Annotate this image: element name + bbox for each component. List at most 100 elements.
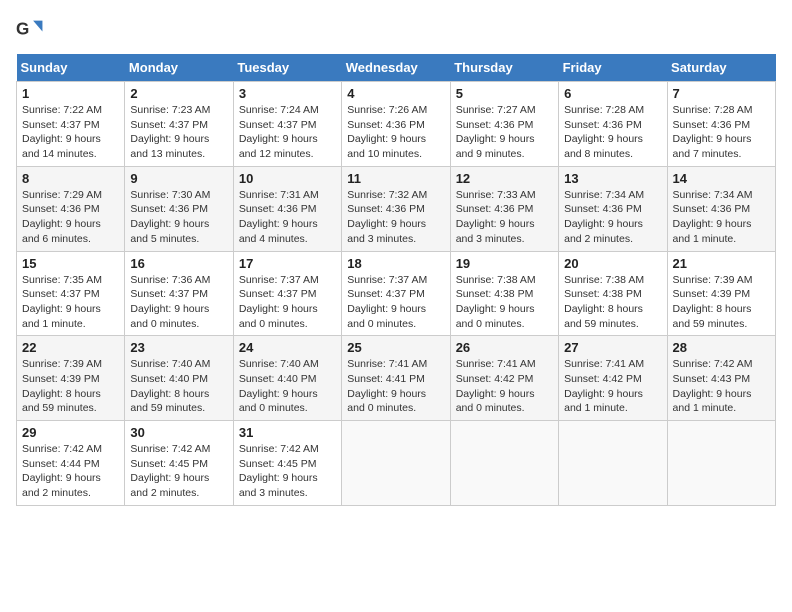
col-header-sunday: Sunday	[17, 54, 125, 82]
col-header-wednesday: Wednesday	[342, 54, 450, 82]
calendar-week-2: 8 Sunrise: 7:29 AMSunset: 4:36 PMDaylight…	[17, 166, 776, 251]
calendar-cell: 30Sunrise: 7:42 AMSunset: 4:45 PMDayligh…	[125, 421, 233, 506]
calendar-cell: 14 Sunrise: 7:34 AMSunset: 4:36 PMDayligh…	[667, 166, 775, 251]
day-number: 30	[130, 425, 227, 440]
calendar-cell: 7 Sunrise: 7:28 AMSunset: 4:36 PMDaylight…	[667, 82, 775, 167]
calendar-cell: 21 Sunrise: 7:39 AMSunset: 4:39 PMDayligh…	[667, 251, 775, 336]
calendar-cell: 5 Sunrise: 7:27 AMSunset: 4:36 PMDaylight…	[450, 82, 558, 167]
calendar-cell	[342, 421, 450, 506]
day-number: 13	[564, 171, 661, 186]
calendar-cell: 22 Sunrise: 7:39 AMSunset: 4:39 PMDayligh…	[17, 336, 125, 421]
calendar-cell: 20 Sunrise: 7:38 AMSunset: 4:38 PMDayligh…	[559, 251, 667, 336]
day-number: 31	[239, 425, 336, 440]
day-number: 22	[22, 340, 119, 355]
day-number: 27	[564, 340, 661, 355]
calendar-cell	[559, 421, 667, 506]
day-number: 20	[564, 256, 661, 271]
cell-details: Sunrise: 7:22 AMSunset: 4:37 PMDaylight:…	[22, 103, 119, 162]
calendar-week-1: 1Sunrise: 7:22 AMSunset: 4:37 PMDaylight…	[17, 82, 776, 167]
cell-details: Sunrise: 7:33 AMSunset: 4:36 PMDaylight:…	[456, 188, 553, 247]
calendar-cell: 31 Sunrise: 7:42 AMSunset: 4:45 PMDayligh…	[233, 421, 341, 506]
cell-details: Sunrise: 7:30 AMSunset: 4:36 PMDaylight:…	[130, 188, 227, 247]
day-number: 23	[130, 340, 227, 355]
calendar-cell: 12 Sunrise: 7:33 AMSunset: 4:36 PMDayligh…	[450, 166, 558, 251]
cell-details: Sunrise: 7:24 AMSunset: 4:37 PMDaylight:…	[239, 103, 336, 162]
calendar-cell: 13 Sunrise: 7:34 AMSunset: 4:36 PMDayligh…	[559, 166, 667, 251]
day-number: 6	[564, 86, 661, 101]
cell-details: Sunrise: 7:28 AMSunset: 4:36 PMDaylight:…	[673, 103, 770, 162]
calendar-cell: 24 Sunrise: 7:40 AMSunset: 4:40 PMDayligh…	[233, 336, 341, 421]
calendar-cell: 29 Sunrise: 7:42 AMSunset: 4:44 PMDayligh…	[17, 421, 125, 506]
cell-details: Sunrise: 7:40 AMSunset: 4:40 PMDaylight:…	[130, 357, 227, 416]
day-number: 24	[239, 340, 336, 355]
day-number: 8	[22, 171, 119, 186]
cell-details: Sunrise: 7:31 AMSunset: 4:36 PMDaylight:…	[239, 188, 336, 247]
day-number: 17	[239, 256, 336, 271]
calendar-cell: 3 Sunrise: 7:24 AMSunset: 4:37 PMDaylight…	[233, 82, 341, 167]
day-number: 9	[130, 171, 227, 186]
calendar-cell: 28Sunrise: 7:42 AMSunset: 4:43 PMDayligh…	[667, 336, 775, 421]
cell-details: Sunrise: 7:28 AMSunset: 4:36 PMDaylight:…	[564, 103, 661, 162]
cell-details: Sunrise: 7:26 AMSunset: 4:36 PMDaylight:…	[347, 103, 444, 162]
calendar-cell: 1Sunrise: 7:22 AMSunset: 4:37 PMDaylight…	[17, 82, 125, 167]
col-header-thursday: Thursday	[450, 54, 558, 82]
cell-details: Sunrise: 7:34 AMSunset: 4:36 PMDaylight:…	[673, 188, 770, 247]
day-number: 28	[673, 340, 770, 355]
calendar-week-4: 22 Sunrise: 7:39 AMSunset: 4:39 PMDayligh…	[17, 336, 776, 421]
cell-details: Sunrise: 7:37 AMSunset: 4:37 PMDaylight:…	[347, 273, 444, 332]
cell-details: Sunrise: 7:29 AMSunset: 4:36 PMDaylight:…	[22, 188, 119, 247]
calendar-cell: 19Sunrise: 7:38 AMSunset: 4:38 PMDayligh…	[450, 251, 558, 336]
day-number: 14	[673, 171, 770, 186]
cell-details: Sunrise: 7:42 AMSunset: 4:45 PMDaylight:…	[239, 442, 336, 501]
calendar-cell: 2 Sunrise: 7:23 AMSunset: 4:37 PMDaylight…	[125, 82, 233, 167]
calendar-week-5: 29 Sunrise: 7:42 AMSunset: 4:44 PMDayligh…	[17, 421, 776, 506]
day-number: 21	[673, 256, 770, 271]
col-header-saturday: Saturday	[667, 54, 775, 82]
cell-details: Sunrise: 7:41 AMSunset: 4:42 PMDaylight:…	[456, 357, 553, 416]
calendar-cell: 11 Sunrise: 7:32 AMSunset: 4:36 PMDayligh…	[342, 166, 450, 251]
cell-details: Sunrise: 7:38 AMSunset: 4:38 PMDaylight:…	[456, 273, 553, 332]
day-number: 18	[347, 256, 444, 271]
calendar-cell: 17 Sunrise: 7:37 AMSunset: 4:37 PMDayligh…	[233, 251, 341, 336]
day-number: 7	[673, 86, 770, 101]
col-header-tuesday: Tuesday	[233, 54, 341, 82]
calendar-cell	[450, 421, 558, 506]
calendar-cell: 26 Sunrise: 7:41 AMSunset: 4:42 PMDayligh…	[450, 336, 558, 421]
day-number: 29	[22, 425, 119, 440]
cell-details: Sunrise: 7:40 AMSunset: 4:40 PMDaylight:…	[239, 357, 336, 416]
calendar-cell: 8 Sunrise: 7:29 AMSunset: 4:36 PMDaylight…	[17, 166, 125, 251]
cell-details: Sunrise: 7:34 AMSunset: 4:36 PMDaylight:…	[564, 188, 661, 247]
calendar-cell	[667, 421, 775, 506]
day-number: 16	[130, 256, 227, 271]
day-number: 26	[456, 340, 553, 355]
calendar-cell: 9 Sunrise: 7:30 AMSunset: 4:36 PMDaylight…	[125, 166, 233, 251]
cell-details: Sunrise: 7:37 AMSunset: 4:37 PMDaylight:…	[239, 273, 336, 332]
day-number: 3	[239, 86, 336, 101]
cell-details: Sunrise: 7:35 AMSunset: 4:37 PMDaylight:…	[22, 273, 119, 332]
cell-details: Sunrise: 7:38 AMSunset: 4:38 PMDaylight:…	[564, 273, 661, 332]
calendar-cell: 23 Sunrise: 7:40 AMSunset: 4:40 PMDayligh…	[125, 336, 233, 421]
cell-details: Sunrise: 7:42 AMSunset: 4:44 PMDaylight:…	[22, 442, 119, 501]
day-number: 25	[347, 340, 444, 355]
cell-details: Sunrise: 7:39 AMSunset: 4:39 PMDaylight:…	[673, 273, 770, 332]
day-number: 10	[239, 171, 336, 186]
cell-details: Sunrise: 7:36 AMSunset: 4:37 PMDaylight:…	[130, 273, 227, 332]
col-header-friday: Friday	[559, 54, 667, 82]
day-number: 15	[22, 256, 119, 271]
cell-details: Sunrise: 7:39 AMSunset: 4:39 PMDaylight:…	[22, 357, 119, 416]
cell-details: Sunrise: 7:23 AMSunset: 4:37 PMDaylight:…	[130, 103, 227, 162]
cell-details: Sunrise: 7:41 AMSunset: 4:42 PMDaylight:…	[564, 357, 661, 416]
day-number: 11	[347, 171, 444, 186]
calendar-week-3: 15 Sunrise: 7:35 AMSunset: 4:37 PMDayligh…	[17, 251, 776, 336]
calendar-cell: 15 Sunrise: 7:35 AMSunset: 4:37 PMDayligh…	[17, 251, 125, 336]
calendar-cell: 18 Sunrise: 7:37 AMSunset: 4:37 PMDayligh…	[342, 251, 450, 336]
calendar-cell: 10 Sunrise: 7:31 AMSunset: 4:36 PMDayligh…	[233, 166, 341, 251]
svg-text:G: G	[16, 20, 29, 39]
day-number: 2	[130, 86, 227, 101]
day-number: 12	[456, 171, 553, 186]
cell-details: Sunrise: 7:32 AMSunset: 4:36 PMDaylight:…	[347, 188, 444, 247]
calendar-cell: 25Sunrise: 7:41 AMSunset: 4:41 PMDayligh…	[342, 336, 450, 421]
col-header-monday: Monday	[125, 54, 233, 82]
cell-details: Sunrise: 7:27 AMSunset: 4:36 PMDaylight:…	[456, 103, 553, 162]
day-number: 5	[456, 86, 553, 101]
